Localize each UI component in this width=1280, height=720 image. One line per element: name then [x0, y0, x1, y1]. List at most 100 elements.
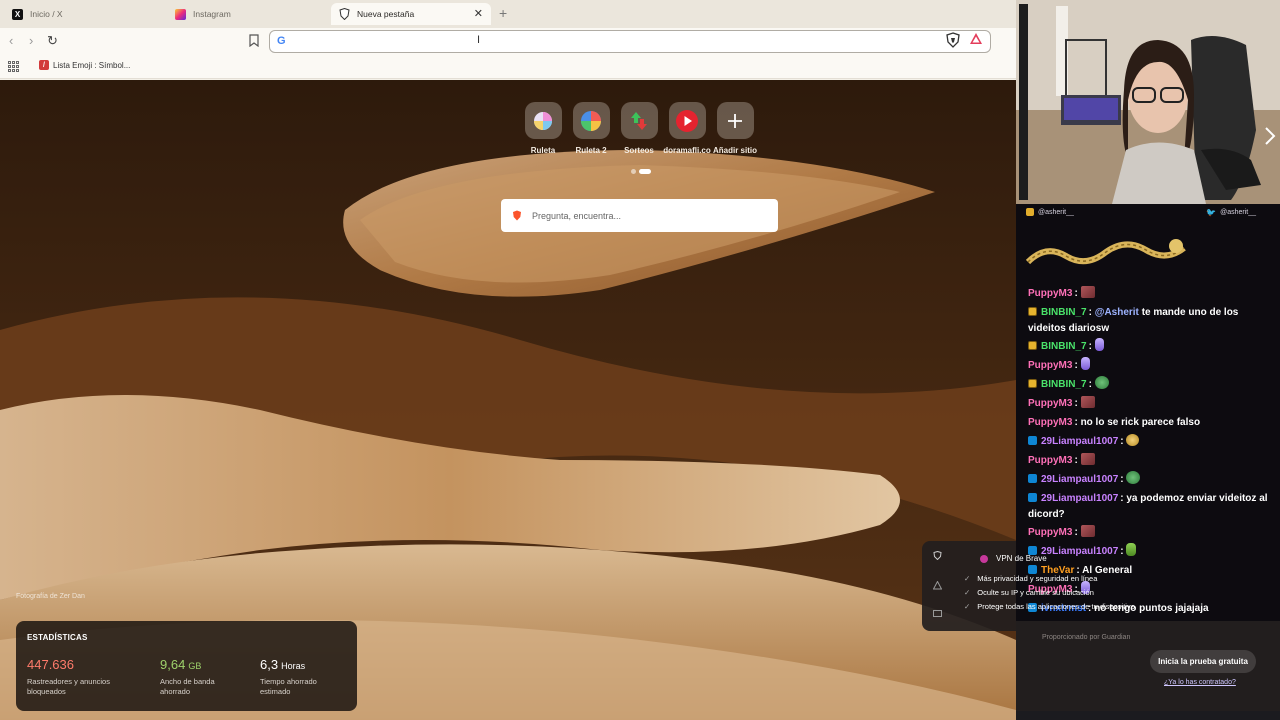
vpn-feature-text: Oculte su IP y cambie su ubicación	[977, 588, 1094, 597]
chat-mention[interactable]: @Asherit	[1095, 307, 1139, 318]
instagram-handle: @asherit__	[1038, 208, 1074, 216]
chat-username[interactable]: 29Liampaul1007	[1041, 493, 1118, 504]
check-icon: ✓	[964, 602, 971, 611]
check-icon: ✓	[964, 574, 971, 583]
new-tab-plus-icon[interactable]: +	[499, 5, 507, 21]
chat-separator: :	[1088, 341, 1095, 352]
webcam-image	[1016, 0, 1280, 204]
toolbar: ‹ › ↻ G I	[0, 28, 1016, 55]
chat-username[interactable]: PuppyM3	[1028, 417, 1072, 428]
chat-username[interactable]: 29Liampaul1007	[1041, 546, 1118, 557]
apps-grid-icon[interactable]	[8, 61, 19, 72]
stats-widget: ESTADÍSTICAS 447.636 Rastreadores y anun…	[16, 621, 357, 711]
chat-emote-icon	[1126, 471, 1141, 484]
chat-text: no lo se rick parece falso	[1080, 417, 1201, 428]
chat-separator: :	[1074, 360, 1081, 371]
vpn-provider: Proporcionado por Guardian	[1042, 634, 1130, 641]
top-sites: Ruleta Ruleta 2 Sorteos doramafli.co Aña…	[524, 102, 757, 155]
chat-username[interactable]: PuppyM3	[1028, 455, 1072, 466]
x-logo-icon: X	[12, 8, 23, 20]
chat-header: @asherit__ 🐦 @asherit__	[1016, 208, 1280, 222]
chat-message: PuppyM3:	[1028, 394, 1272, 413]
chat-emote-icon	[1094, 338, 1104, 351]
card-icon[interactable]	[933, 609, 942, 618]
close-tab-icon[interactable]: ✕	[474, 7, 483, 20]
vpn-feature: ✓ Más privacidad y seguridad en línea	[964, 574, 1097, 583]
stats-title: ESTADÍSTICAS	[27, 633, 88, 642]
instagram-icon	[1026, 208, 1034, 216]
chat-message: PuppyM3: no lo se rick parece falso	[1028, 413, 1272, 432]
stat-trackers: 447.636 Rastreadores y anuncios bloqueado…	[27, 656, 110, 697]
chat-username[interactable]: 29Liampaul1007	[1041, 436, 1118, 447]
chat-username[interactable]: BINBIN_7	[1041, 379, 1087, 390]
dragon-decoration-icon	[1026, 239, 1186, 265]
prime-badge-icon	[1028, 436, 1037, 445]
chat-username[interactable]: PuppyM3	[1028, 360, 1072, 371]
chat-username[interactable]: PuppyM3	[1028, 398, 1072, 409]
play-icon	[668, 102, 706, 139]
chat-message: 29Liampaul1007:	[1028, 470, 1272, 489]
stat-bandwidth: 9,64 GB Ancho de banda ahorrado	[160, 656, 215, 697]
chat-username[interactable]: PuppyM3	[1028, 527, 1072, 538]
chat-emote-icon	[1080, 286, 1095, 298]
chat-emote-icon	[1080, 525, 1095, 537]
chat-separator: :	[1088, 379, 1095, 390]
brave-shield-icon	[339, 8, 350, 20]
rewards-triangle-icon[interactable]	[933, 581, 942, 590]
stat-value: 9,64	[160, 657, 186, 672]
address-bar[interactable]: G I	[269, 30, 991, 53]
instagram-icon	[175, 8, 186, 20]
chat-separator: :	[1074, 455, 1081, 466]
chat-username[interactable]: PuppyM3	[1028, 288, 1072, 299]
chat-emote-icon	[1094, 376, 1109, 389]
chat-message: BINBIN_7: @Asherit te mande uno de los v…	[1028, 303, 1272, 337]
vpn-feature-text: Protege todas las aplicaciones de tu dis…	[977, 602, 1135, 611]
pager-dot-active[interactable]	[639, 169, 651, 174]
ruleta2-icon	[572, 102, 610, 139]
subscriber-badge-icon	[1028, 307, 1037, 316]
brave-rewards-icon[interactable]	[969, 32, 983, 46]
bookmark-lista-emoji[interactable]: / Lista Emoji : Símbol...	[39, 60, 130, 70]
tab-instagram[interactable]: Instagram	[167, 3, 327, 25]
tab-nueva-pestana[interactable]: Nueva pestaña ✕	[331, 3, 491, 25]
chat-username[interactable]: BINBIN_7	[1041, 307, 1087, 318]
chat-message: 29Liampaul1007:	[1028, 542, 1272, 561]
bookmark-icon[interactable]	[249, 34, 259, 47]
vpn-logo-icon	[980, 554, 988, 563]
brave-lion-icon	[513, 210, 521, 221]
top-site-add[interactable]: Añadir sitio	[713, 102, 757, 155]
chat-emote-icon	[1080, 453, 1095, 465]
back-arrow-icon[interactable]: ‹	[9, 33, 13, 49]
already-subscribed-link[interactable]: ¿Ya lo has contratado?	[1164, 679, 1236, 686]
prime-badge-icon	[1028, 565, 1037, 574]
chat-message: PuppyM3:	[1028, 356, 1272, 375]
start-trial-button[interactable]: Inicia la prueba gratuita	[1150, 650, 1256, 673]
new-tab-page: Ruleta Ruleta 2 Sorteos doramafli.co Aña…	[0, 80, 1016, 720]
stat-desc: Ancho de banda	[160, 677, 215, 686]
chat-username[interactable]: BINBIN_7	[1041, 341, 1087, 352]
chat-message: BINBIN_7:	[1028, 375, 1272, 394]
chat-message: PuppyM3:	[1028, 523, 1272, 542]
stat-value: 447.636	[27, 657, 74, 672]
chat-username[interactable]: 29Liampaul1007	[1041, 474, 1118, 485]
bookmarks-bar: / Lista Emoji : Símbol...	[0, 55, 1016, 79]
forward-arrow-icon[interactable]: ›	[29, 33, 33, 49]
brave-shields-icon[interactable]	[946, 32, 960, 48]
bookmark-label: Lista Emoji : Símbol...	[53, 60, 131, 70]
screen: X Inicio / X Instagram Nueva pestaña ✕ +…	[0, 0, 1280, 720]
chat-emote-icon	[1080, 396, 1095, 408]
chat-message: 29Liampaul1007: ya podemoz enviar videit…	[1028, 489, 1272, 523]
stat-unit: Horas	[281, 661, 306, 671]
vpn-promo-panel: VPN de Brave ✓ Más privacidad y seguridad…	[922, 541, 1135, 631]
twitter-icon: 🐦	[1206, 208, 1217, 217]
ntp-search-box[interactable]: Pregunta, encuentra...	[501, 199, 778, 232]
shield-icon[interactable]	[933, 551, 942, 560]
tab-inicio-x[interactable]: X Inicio / X	[4, 3, 164, 25]
text-cursor-icon: I	[477, 34, 481, 46]
vpn-promo-panel-right: Proporcionado por Guardian Inicia la pru…	[1016, 621, 1280, 711]
chat-separator: :	[1074, 398, 1081, 409]
photo-credit[interactable]: Fotografía de Zer Dan	[16, 593, 85, 600]
pager-dot[interactable]	[631, 169, 636, 174]
reload-icon[interactable]: ↻	[47, 33, 58, 49]
top-sites-pager[interactable]	[631, 169, 651, 174]
